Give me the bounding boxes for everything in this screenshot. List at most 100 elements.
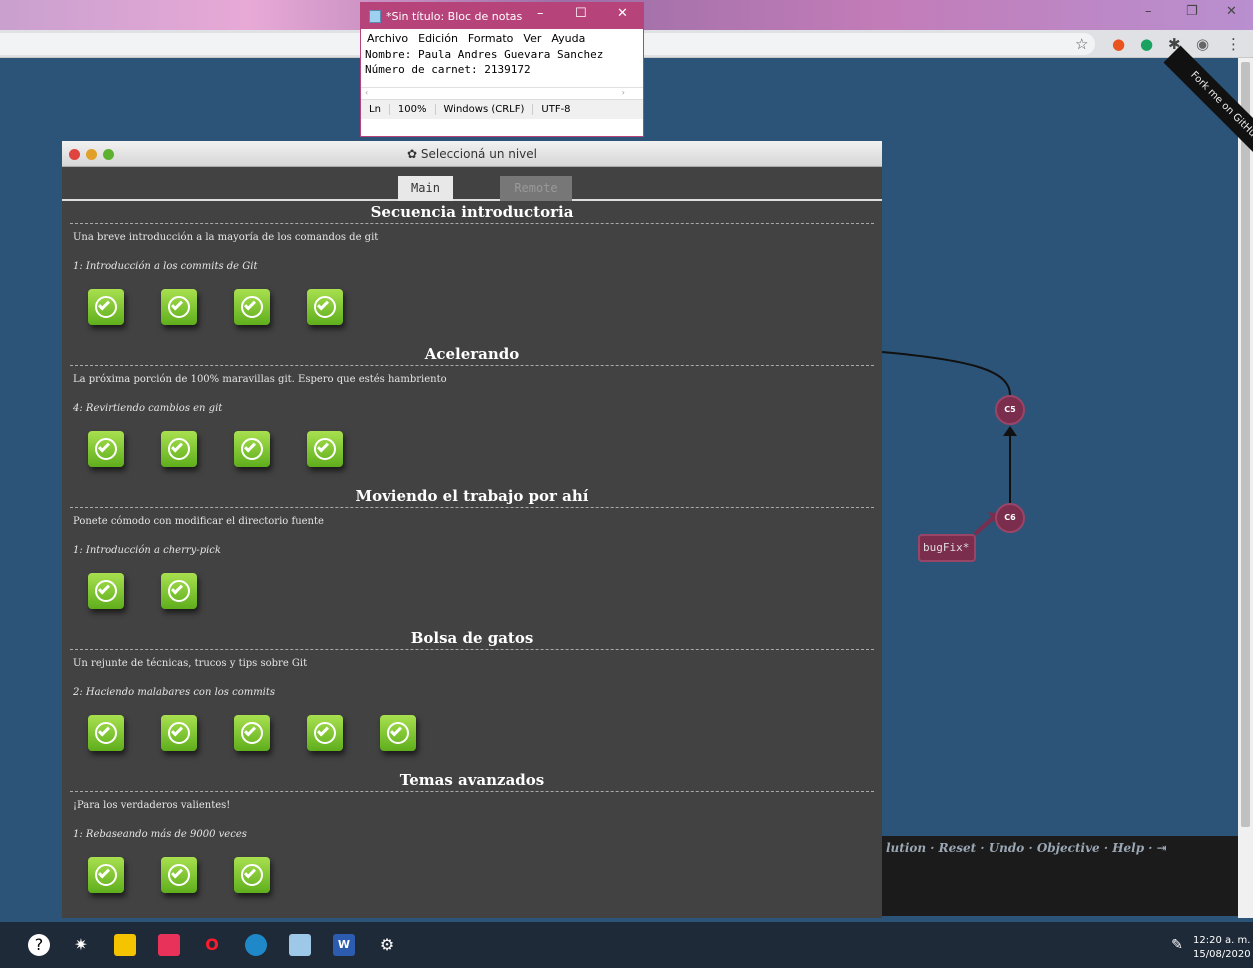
tab-main[interactable]: Main — [398, 176, 453, 201]
bookmark-star-icon[interactable]: ☆ — [1075, 35, 1088, 53]
checkmark-icon — [170, 440, 184, 453]
dialog-titlebar: ✿ Seleccioná un nivel — [62, 141, 882, 167]
level-complete-button[interactable] — [88, 573, 124, 609]
status-position: Ln — [369, 104, 381, 115]
checkmark-icon — [316, 298, 330, 311]
checkmark-icon — [389, 724, 403, 737]
notepad-text-area[interactable]: Nombre: Paula Andres Guevara Sanchez Núm… — [361, 47, 643, 87]
level-complete-button[interactable] — [88, 289, 124, 325]
sequence-section: Acelerando La próxima porción de 100% mar… — [62, 343, 882, 485]
level-complete-button[interactable] — [88, 857, 124, 893]
status-eol: Windows (CRLF) — [434, 104, 533, 115]
avatar[interactable]: ◉ — [1196, 35, 1209, 53]
commit-node[interactable]: C5 — [995, 395, 1025, 425]
tab-bar: Main Remote — [62, 167, 882, 201]
level-complete-button[interactable] — [161, 857, 197, 893]
system-clock[interactable]: 12:20 a. m. 15/08/2020 — [1193, 934, 1251, 962]
level-complete-button[interactable] — [161, 431, 197, 467]
checkmark-icon — [97, 298, 111, 311]
close-dot[interactable] — [69, 149, 80, 160]
menu-kebab-icon[interactable]: ⋮ — [1226, 35, 1241, 53]
menu-ayuda[interactable]: Ayuda — [551, 32, 585, 45]
sequence-list: Secuencia introductoria Una breve introdu… — [62, 201, 882, 911]
checkmark-icon — [97, 582, 111, 595]
status-zoom: 100% — [388, 104, 435, 115]
level-complete-button[interactable] — [234, 857, 270, 893]
commit-node[interactable]: C6 — [995, 503, 1025, 533]
edge-icon[interactable] — [245, 934, 267, 956]
extension-icon[interactable]: ● — [1140, 35, 1153, 53]
level-complete-button[interactable] — [161, 573, 197, 609]
word-icon[interactable]: W — [333, 934, 355, 956]
menu-formato[interactable]: Formato — [468, 32, 514, 45]
level-icons — [62, 423, 882, 485]
level-complete-button[interactable] — [161, 715, 197, 751]
close-icon[interactable]: ✕ — [617, 6, 628, 21]
gear-icon: ✿ — [406, 147, 418, 161]
notepad-menubar: Archivo Edición Formato Ver Ayuda — [361, 29, 643, 47]
checkmark-icon — [170, 724, 184, 737]
command-links[interactable]: lution · Reset · Undo · Objective · Help… — [886, 841, 1167, 855]
level-complete-button[interactable] — [88, 431, 124, 467]
level-select-dialog: ✿ Seleccioná un nivel Main Remote Secuen… — [62, 141, 882, 918]
pen-icon[interactable]: ✎ — [1166, 934, 1188, 956]
exit-icon[interactable]: ⇥ — [1157, 841, 1167, 855]
level-complete-button[interactable] — [380, 715, 416, 751]
scrollbar-thumb[interactable] — [1241, 62, 1250, 827]
checkmark-icon — [316, 440, 330, 453]
windows-taskbar — [0, 922, 1253, 968]
level-complete-button[interactable] — [234, 431, 270, 467]
sequence-description: Ponete cómodo con modificar el directori… — [73, 516, 324, 527]
tips-icon[interactable]: ? — [28, 934, 50, 956]
sequence-title: Secuencia introductoria — [370, 203, 574, 221]
checkmark-icon — [170, 298, 184, 311]
minimize-icon[interactable]: – — [537, 6, 544, 21]
checkmark-icon — [243, 724, 257, 737]
opera-icon[interactable]: O — [201, 934, 223, 956]
menu-edicion[interactable]: Edición — [418, 32, 458, 45]
sequence-title: Bolsa de gatos — [410, 629, 534, 647]
checkmark-icon — [243, 298, 257, 311]
sequence-description: ¡Para los verdaderos valientes! — [73, 800, 231, 811]
scroll-right-icon[interactable]: › — [622, 88, 625, 97]
level-complete-button[interactable] — [307, 715, 343, 751]
restore-icon[interactable]: ❐ — [1186, 4, 1198, 19]
pinned-app-icon[interactable] — [158, 934, 180, 956]
notepad-icon — [369, 9, 381, 23]
sequence-section: Temas avanzados ¡Para los verdaderos vali… — [62, 769, 882, 911]
level-complete-button[interactable] — [88, 715, 124, 751]
sequence-section: Secuencia introductoria Una breve introdu… — [62, 201, 882, 343]
branch-label[interactable]: bugFix* — [918, 534, 976, 562]
level-complete-button[interactable] — [234, 289, 270, 325]
level-icons — [62, 707, 882, 769]
level-complete-button[interactable] — [307, 431, 343, 467]
minimize-dot[interactable] — [86, 149, 97, 160]
settings-gear-icon[interactable]: ⚙ — [376, 934, 398, 956]
text-line: Número de carnet: 2139172 — [365, 63, 531, 76]
sequence-description: Una breve introducción a la mayoría de l… — [73, 232, 379, 243]
level-complete-button[interactable] — [161, 289, 197, 325]
sticky-notes-icon[interactable] — [114, 934, 136, 956]
horizontal-scrollbar[interactable]: ‹ › — [361, 87, 643, 99]
menu-ver[interactable]: Ver — [523, 32, 541, 45]
sequence-section: Moviendo el trabajo por ahí Ponete cómodo… — [62, 485, 882, 627]
close-icon[interactable]: ✕ — [1226, 4, 1237, 19]
level-complete-button[interactable] — [234, 715, 270, 751]
level-complete-button[interactable] — [307, 289, 343, 325]
sequence-section: Bolsa de gatos Un rejunte de técnicas, tr… — [62, 627, 882, 769]
sequence-title: Acelerando — [424, 345, 520, 363]
notepad-taskbar-icon[interactable] — [289, 934, 311, 956]
checkmark-icon — [97, 724, 111, 737]
maximize-icon[interactable]: ☐ — [575, 6, 587, 21]
checkmark-icon — [316, 724, 330, 737]
tab-remote[interactable]: Remote — [500, 176, 572, 201]
notepad-statusbar: Ln 100% Windows (CRLF) UTF-8 — [361, 99, 643, 119]
scroll-left-icon[interactable]: ‹ — [365, 88, 368, 97]
menu-archivo[interactable]: Archivo — [367, 32, 408, 45]
extension-icon[interactable]: ● — [1112, 35, 1125, 53]
minimize-icon[interactable]: – — [1145, 4, 1152, 19]
level-icons — [62, 565, 882, 627]
snip-icon[interactable]: ✷ — [70, 934, 92, 956]
zoom-dot[interactable] — [103, 149, 114, 160]
notepad-titlebar: *Sin título: Bloc de notas – ☐ ✕ — [361, 3, 643, 29]
